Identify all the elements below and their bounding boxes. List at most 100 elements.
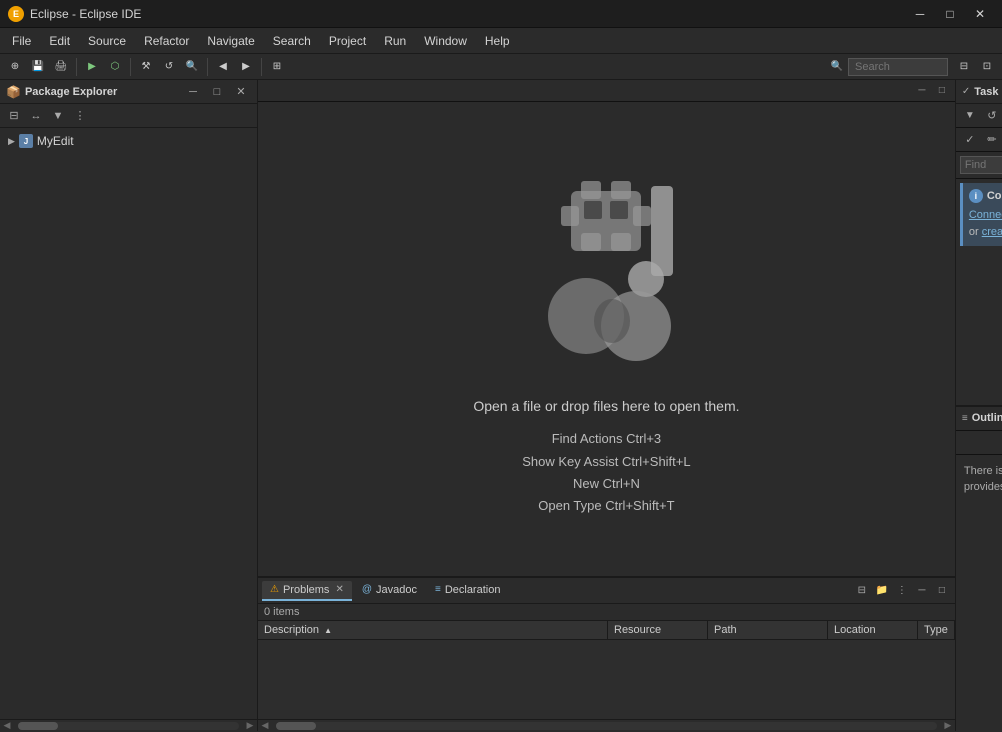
create-link[interactable]: create <box>982 226 1002 238</box>
package-explorer-maximize-btn[interactable]: □ <box>207 82 227 102</box>
problems-table-header: Description ▲ Resource Path Location Typ… <box>258 621 955 640</box>
bottom-scrollbar[interactable]: ◀ ▶ <box>258 719 955 731</box>
editor-minimize-btn[interactable]: ─ <box>913 82 931 100</box>
eclipse-logo <box>506 161 706 381</box>
tab-declaration[interactable]: ≡ Declaration <box>427 581 508 601</box>
menu-help[interactable]: Help <box>477 31 518 51</box>
tab-javadoc[interactable]: @ Javadoc <box>354 581 425 601</box>
toolbar-sep2 <box>130 58 131 76</box>
search-icon-btn[interactable]: 🔍 <box>826 56 848 78</box>
toolbar-build-btn[interactable]: ⚒ <box>135 56 157 78</box>
editor-controls: ─ □ <box>258 80 955 102</box>
sort-description-icon: ▲ <box>324 626 332 635</box>
connect-mylyn-body: Connect to your task ALM tools or create… <box>969 207 1002 240</box>
main-layout: 📦 Package Explorer ─ □ ✕ ⊟ ↔ ▼ ⋮ ▶ J MyE… <box>0 80 1002 731</box>
menu-run[interactable]: Run <box>376 31 414 51</box>
search-input[interactable] <box>848 58 948 76</box>
bottom-minimize-btn[interactable]: ─ <box>913 582 931 600</box>
collapse-all-btn[interactable]: ⊟ <box>4 106 24 126</box>
title-bar: E Eclipse - Eclipse IDE ─ □ ✕ <box>0 0 1002 28</box>
package-explorer-minimize-btn[interactable]: ─ <box>183 82 203 102</box>
hint-key-assist: Show Key Assist Ctrl+Shift+L <box>473 451 739 473</box>
bottom-scroll-right[interactable]: ▶ <box>941 720 955 732</box>
toolbar-search-btn[interactable]: 🔍 <box>181 56 203 78</box>
new-folder-btn[interactable]: 📁 <box>873 582 891 600</box>
editor-main: Open a file or drop files here to open t… <box>258 102 955 576</box>
menu-project[interactable]: Project <box>321 31 374 51</box>
expand-icon: ▶ <box>8 136 15 147</box>
menu-source[interactable]: Source <box>80 31 134 51</box>
toolbar-sep4 <box>261 58 262 76</box>
menu-edit[interactable]: Edit <box>41 31 78 51</box>
package-explorer-controls: ⊟ ↔ ▼ ⋮ <box>0 104 257 128</box>
left-panel-scrollbar[interactable]: ◀ ▶ <box>0 719 257 731</box>
col-resource[interactable]: Resource <box>608 621 708 639</box>
task-search-input[interactable] <box>960 156 1002 174</box>
package-explorer-close-btn[interactable]: ✕ <box>231 82 251 102</box>
connect-mylyn-heading: Connect Mylyn <box>987 190 1002 202</box>
toolbar-debug-btn[interactable]: ⬡ <box>104 56 126 78</box>
bottom-scroll-thumb[interactable] <box>276 722 316 730</box>
task-mark-btn[interactable]: ✓ <box>960 130 980 150</box>
toolbar-perspective-btn[interactable]: ⊞ <box>266 56 288 78</box>
toolbar-perspectives-btn[interactable]: ⊟ <box>953 56 975 78</box>
view-menu-btn[interactable]: ▼ <box>48 106 68 126</box>
filter-btn[interactable]: ⊟ <box>853 582 871 600</box>
window-title: Eclipse - Eclipse IDE <box>30 7 900 21</box>
scroll-left-arrow[interactable]: ◀ <box>0 720 14 732</box>
menu-navigate[interactable]: Navigate <box>199 31 262 51</box>
menu-file[interactable]: File <box>4 31 39 51</box>
task-list-section: ✓ Task List ─ □ ✕ ▼ ↺ ⊟ 📁 ⋮ ✓ ✏ 🗑 🔗 ⋮ <box>956 80 1002 405</box>
task-sync-btn[interactable]: ↺ <box>982 106 1002 126</box>
task-search-bar: ▶ All ▶ Ac... <box>956 152 1002 179</box>
minimize-button[interactable]: ─ <box>906 4 934 24</box>
outline-toolbar: ⊟ ⋮ <box>956 431 1002 455</box>
project-name: MyEdit <box>37 134 74 148</box>
project-item[interactable]: ▶ J MyEdit <box>4 132 253 150</box>
link-editor-btn[interactable]: ↔ <box>26 106 46 126</box>
scroll-track[interactable] <box>18 722 239 730</box>
tab-problems[interactable]: ⚠ Problems ✕ <box>262 581 352 601</box>
col-type[interactable]: Type <box>918 621 955 639</box>
center-area: ─ □ <box>258 80 955 731</box>
package-explorer-panel-icon: 📦 <box>6 85 21 99</box>
connect-link[interactable]: Connect <box>969 209 1002 221</box>
task-new-icon: ▼ <box>965 110 975 121</box>
problems-close-btn[interactable]: ✕ <box>335 584 343 595</box>
problems-icon: ⚠ <box>270 584 279 595</box>
connect-mylyn-title: i Connect Mylyn <box>969 189 1002 203</box>
maximize-button[interactable]: □ <box>936 4 964 24</box>
toolbar-print-btn[interactable]: 🖨 <box>50 56 72 78</box>
bottom-scroll-track[interactable] <box>276 722 937 730</box>
task-new-btn[interactable]: ▼ <box>960 106 980 126</box>
menu-window[interactable]: Window <box>416 31 475 51</box>
col-path[interactable]: Path <box>708 621 828 639</box>
toolbar-new-btn[interactable]: ⊕ <box>4 56 26 78</box>
toolbar-refresh-btn[interactable]: ↺ <box>158 56 180 78</box>
col-description[interactable]: Description ▲ <box>258 621 608 639</box>
eclipse-logo-svg <box>506 161 706 381</box>
scroll-right-arrow[interactable]: ▶ <box>243 720 257 732</box>
toolbar-next-btn[interactable]: ▶ <box>235 56 257 78</box>
scroll-thumb[interactable] <box>18 722 58 730</box>
bottom-maximize-btn[interactable]: □ <box>933 582 951 600</box>
toolbar: ⊕ 💾 🖨 ▶ ⬡ ⚒ ↺ 🔍 ◀ ▶ ⊞ 🔍 ⊟ ⊡ <box>0 54 1002 80</box>
outline-no-editor-text: There is no active editor that provides … <box>964 465 1002 494</box>
info-icon: i <box>969 189 983 203</box>
col-location[interactable]: Location <box>828 621 918 639</box>
more-options-btn[interactable]: ⋮ <box>893 582 911 600</box>
welcome-hints: Open a file or drop files here to open t… <box>473 397 739 517</box>
problems-scroll-area[interactable] <box>258 640 955 719</box>
panel-more-btn[interactable]: ⋮ <box>70 106 90 126</box>
close-button[interactable]: ✕ <box>966 4 994 24</box>
task-toolbar: ▼ ↺ ⊟ 📁 ⋮ <box>956 104 1002 128</box>
toolbar-save-btn[interactable]: 💾 <box>27 56 49 78</box>
editor-maximize-btn[interactable]: □ <box>933 82 951 100</box>
task-edit-btn[interactable]: ✏ <box>982 130 1002 150</box>
menu-search[interactable]: Search <box>265 31 319 51</box>
bottom-scroll-left[interactable]: ◀ <box>258 720 272 732</box>
menu-refactor[interactable]: Refactor <box>136 31 197 51</box>
toolbar-prev-btn[interactable]: ◀ <box>212 56 234 78</box>
toolbar-views-btn[interactable]: ⊡ <box>976 56 998 78</box>
toolbar-run-btn[interactable]: ▶ <box>81 56 103 78</box>
